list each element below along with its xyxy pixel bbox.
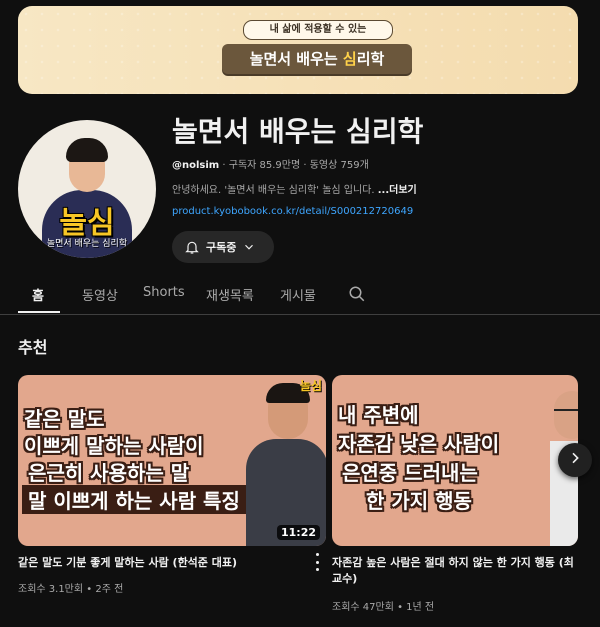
banner-title-highlight: 심 (342, 50, 357, 68)
tab-videos[interactable]: 동영상 (82, 285, 118, 304)
carousel-next-button[interactable] (558, 443, 592, 477)
subscribe-label: 구독중 (206, 241, 237, 254)
thumbnail-text: 자존감 낮은 사람이 (338, 432, 500, 456)
channel-meta: @nolsim · 구독자 85.9만명 · 동영상 759개 (172, 156, 369, 171)
thumbnail-text: 은근히 사용하는 말 (28, 461, 190, 485)
banner-subtitle: 내 삶에 적용할 수 있는 (243, 20, 393, 40)
video-meta: 조회수 3.1만회 • 2주 전 (18, 584, 124, 595)
video-title[interactable]: 자존감 높은 사람은 절대 하지 않는 한 가지 행동 (최 교수) (332, 555, 578, 587)
video-meta: 조회수 47만회 • 1년 전 (332, 602, 435, 613)
channel-stats: · 구독자 85.9만명 · 동영상 759개 (219, 160, 369, 171)
banner-title: 놀면서 배우는 심리학 (222, 44, 412, 74)
video-title[interactable]: 같은 말도 기분 좋게 말하는 사람 (한석준 대표) (18, 555, 237, 571)
thumbnail-text: 이쁘게 말하는 사람이 (24, 434, 204, 458)
tab-shorts[interactable]: Shorts (143, 285, 185, 300)
video-thumbnail[interactable]: 같은 말도 이쁘게 말하는 사람이 은근히 사용하는 말 말 이쁘게 하는 사람… (18, 375, 326, 546)
thumbnail-text: 내 주변에 (338, 403, 419, 427)
tab-playlists[interactable]: 재생목록 (206, 285, 254, 304)
channel-handle: @nolsim (172, 160, 220, 171)
banner-title-part2: 리학 (356, 50, 385, 68)
bell-icon (184, 239, 200, 255)
tab-posts[interactable]: 게시물 (280, 285, 316, 304)
banner-title-part1: 놀면서 배우는 (249, 50, 343, 68)
duration-badge: 11:22 (276, 525, 320, 540)
video-thumbnail[interactable]: 내 주변에 자존감 낮은 사람이 은연중 드러내는 한 가지 행동 (332, 375, 578, 546)
more-options-icon[interactable] (312, 553, 322, 571)
channel-description[interactable]: 안녕하세요. '놀면서 배우는 심리학' 놀심 입니다. ...더보기 (172, 181, 417, 196)
chevron-down-icon (242, 240, 256, 254)
thumbnail-text: 같은 말도 (24, 407, 105, 431)
tab-home[interactable]: 홈 (32, 285, 44, 304)
person-glasses (554, 409, 578, 419)
active-tab-indicator (18, 311, 60, 313)
section-title: 추천 (18, 338, 48, 357)
channel-tabs: 홈 동영상 Shorts 재생목록 게시물 (0, 276, 600, 315)
avatar-hair (66, 138, 108, 162)
subscribe-button[interactable]: 구독중 (172, 231, 274, 263)
chevron-right-icon (567, 450, 583, 470)
thumbnail-text: 말 이쁘게 하는 사람 특징 (22, 485, 246, 514)
channel-external-link[interactable]: product.kyobobook.co.kr/detail/S00021272… (172, 206, 413, 217)
brand-badge: 놀심 (299, 379, 322, 393)
thumbnail-text: 은연중 드러내는 (342, 461, 478, 485)
channel-banner: 내 삶에 적용할 수 있는 놀면서 배우는 심리학 (18, 6, 578, 94)
channel-avatar[interactable]: 놀심 놀면서 배우는 심리학 (18, 120, 156, 258)
thumbnail-person (246, 383, 326, 546)
search-icon[interactable] (348, 285, 366, 307)
more-link[interactable]: ...더보기 (378, 185, 417, 196)
channel-description-text: 안녕하세요. '놀면서 배우는 심리학' 놀심 입니다. (172, 185, 378, 196)
thumbnail-text: 한 가지 행동 (366, 489, 472, 513)
avatar-logo-subtitle: 놀면서 배우는 심리학 (46, 239, 128, 249)
channel-name: 놀면서 배우는 심리학 (172, 115, 424, 148)
